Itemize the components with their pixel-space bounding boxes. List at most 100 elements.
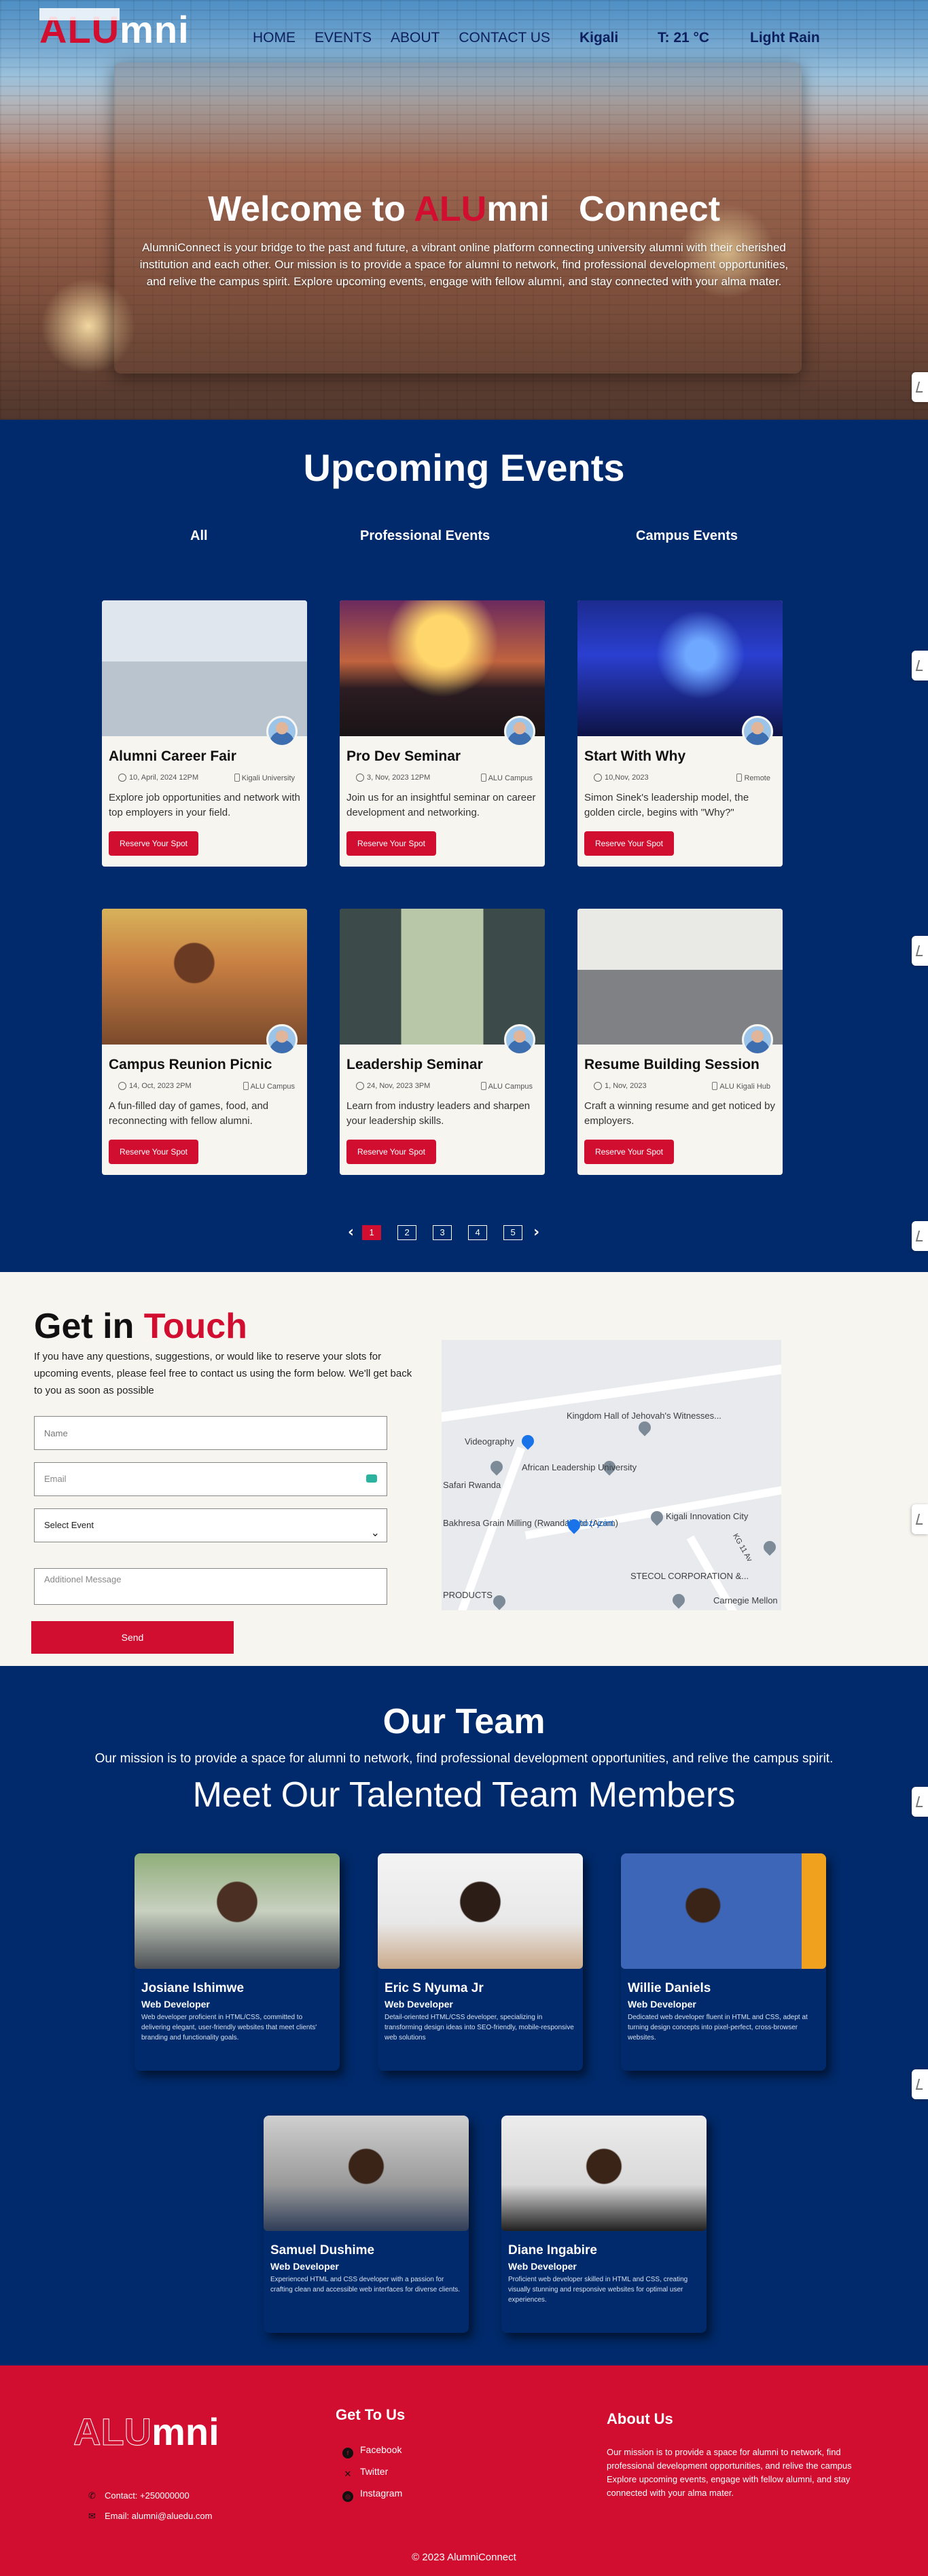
team-subheading: Meet Our Talented Team Members (192, 1775, 736, 1815)
side-feedback-tab[interactable] (912, 651, 928, 681)
nav-contact-link[interactable]: CONTACT US (459, 30, 550, 46)
member-name: Josiane Ishimwe (141, 1981, 245, 1995)
copyright: © 2023 AlumniConnect (412, 2552, 516, 2563)
reserve-spot-button[interactable]: Reserve Your Spot (584, 831, 674, 856)
location-icon (480, 774, 486, 782)
facebook-icon: f (342, 2448, 353, 2459)
twitter-link[interactable]: ✕ Twitter (342, 2466, 389, 2480)
site-logo[interactable]: ALUmni (39, 10, 190, 50)
reserve-spot-button[interactable]: Reserve Your Spot (346, 1140, 436, 1164)
name-input[interactable] (34, 1416, 387, 1450)
reserve-spot-button[interactable]: Reserve Your Spot (109, 831, 198, 856)
email-placeholder: Email (44, 1474, 67, 1484)
event-location-wrap: ALU Campus (243, 1082, 295, 1091)
page-button[interactable]: 2 (397, 1224, 417, 1240)
event-description: Explore job opportunities and network wi… (109, 792, 300, 818)
location-icon (243, 1082, 249, 1090)
nav-home-link[interactable]: HOME (253, 30, 296, 46)
events-heading: Upcoming Events (303, 446, 625, 489)
filter-campus-tab[interactable]: Campus Events (636, 528, 738, 544)
message-textarea[interactable]: Additionel Message (34, 1568, 387, 1605)
map-pin-icon (761, 1538, 779, 1556)
event-title: Alumni Career Fair (109, 748, 236, 764)
event-date: 10,Nov, 2023 (605, 774, 649, 782)
event-title: Campus Reunion Picnic (109, 1057, 272, 1072)
map-label: PRODUCTS (443, 1590, 493, 1600)
clock-icon (594, 774, 602, 782)
location-icon (712, 1082, 718, 1090)
send-button[interactable]: Send (31, 1621, 234, 1654)
page-button[interactable]: 5 (503, 1224, 523, 1240)
event-image (340, 909, 545, 1045)
event-location-wrap: ALU Campus (480, 774, 533, 782)
page-button[interactable]: 4 (468, 1224, 488, 1240)
page-button[interactable]: 1 (362, 1224, 382, 1240)
host-avatar (266, 716, 298, 747)
footer-email[interactable]: ✉ Email: alumni@aluedu.com (88, 2511, 212, 2522)
nav-links: HOME EVENTS ABOUT CONTACT US (253, 30, 569, 46)
event-description: Craft a winning resume and get noticed b… (584, 1100, 775, 1127)
location-map[interactable]: Kingdom Hall of Jehovah's Witnesses... V… (442, 1340, 781, 1610)
map-label: Kigali Innovation City (666, 1511, 749, 1521)
side-feedback-tab[interactable] (912, 1504, 928, 1534)
side-feedback-tab[interactable] (912, 2069, 928, 2099)
event-title: Pro Dev Seminar (346, 748, 461, 764)
event-location-wrap: Remote (736, 774, 770, 782)
event-description: A fun-filled day of games, food, and rec… (109, 1100, 269, 1127)
event-location: ALU Campus (488, 774, 533, 782)
weather-condition: Light Rain (750, 30, 820, 46)
event-description: Join us for an insightful seminar on car… (346, 792, 536, 818)
reserve-spot-button[interactable]: Reserve Your Spot (346, 831, 436, 856)
prev-page-button[interactable]: ‹ (348, 1224, 354, 1241)
event-image (577, 600, 783, 736)
clock-icon (118, 1082, 126, 1090)
event-location-wrap: ALU Kigali Hub (712, 1082, 770, 1091)
event-location-wrap: ALU Campus (480, 1082, 533, 1091)
next-page-button[interactable]: › (533, 1224, 539, 1241)
event-card: Campus Reunion Picnic 14, Oct, 2023 2PM AL… (102, 909, 307, 1175)
page-button[interactable]: 3 (433, 1224, 452, 1240)
event-description: Simon Sinek's leadership model, the gold… (584, 792, 749, 818)
team-member-card: Josiane Ishimwe Web Developer Web develope… (135, 1853, 340, 2071)
facebook-link[interactable]: f Facebook (342, 2444, 401, 2459)
host-avatar (742, 716, 773, 747)
instagram-link[interactable]: ◎ Instagram (342, 2488, 402, 2502)
reserve-spot-button[interactable]: Reserve Your Spot (584, 1140, 674, 1164)
footer-logo[interactable]: ALUmni (73, 2411, 219, 2452)
map-road (448, 1446, 525, 1610)
map-pin-icon (636, 1419, 654, 1436)
email-field[interactable]: Email (34, 1462, 387, 1496)
location-icon (736, 774, 743, 782)
event-select[interactable]: Select Event (34, 1508, 387, 1550)
map-pin-icon (519, 1432, 537, 1450)
reserve-spot-button[interactable]: Reserve Your Spot (109, 1140, 198, 1164)
navbar: ALUmni HOME EVENTS ABOUT CONTACT US Kiga… (0, 0, 928, 75)
nav-events-link[interactable]: EVENTS (315, 30, 372, 46)
twitter-icon: ✕ (344, 2469, 352, 2479)
filter-all-tab[interactable]: All (190, 528, 208, 544)
map-pin-icon (490, 1593, 508, 1610)
map-road (524, 1474, 781, 1540)
map-label: STECOL CORPORATION &... (630, 1571, 749, 1581)
event-location: ALU Campus (250, 1083, 295, 1091)
member-photo (264, 2116, 469, 2231)
host-avatar (742, 1024, 773, 1055)
member-photo (378, 1853, 583, 1969)
location-icon (480, 1082, 486, 1090)
event-title: Leadership Seminar (346, 1057, 483, 1072)
filter-professional-tab[interactable]: Professional Events (360, 528, 490, 544)
host-avatar (504, 716, 535, 747)
side-feedback-tab[interactable] (912, 936, 928, 966)
event-location: ALU Campus (488, 1083, 533, 1091)
team-heading: Our Team (382, 1702, 546, 1741)
clock-icon (118, 774, 126, 782)
side-feedback-tab[interactable] (912, 372, 928, 402)
member-name: Willie Daniels (628, 1981, 711, 1995)
footer-about-text: Our mission is to provide a space for al… (607, 2447, 852, 2498)
event-meta: 14, Oct, 2023 2PM ALU Campus (109, 1082, 300, 1091)
team-member-card: Diane Ingabire Web Developer Proficient we… (501, 2116, 707, 2333)
side-feedback-tab[interactable] (912, 1787, 928, 1817)
nav-about-link[interactable]: ABOUT (391, 30, 440, 46)
side-feedback-tab[interactable] (912, 1221, 928, 1251)
event-date: 10, April, 2024 12PM (129, 774, 199, 782)
